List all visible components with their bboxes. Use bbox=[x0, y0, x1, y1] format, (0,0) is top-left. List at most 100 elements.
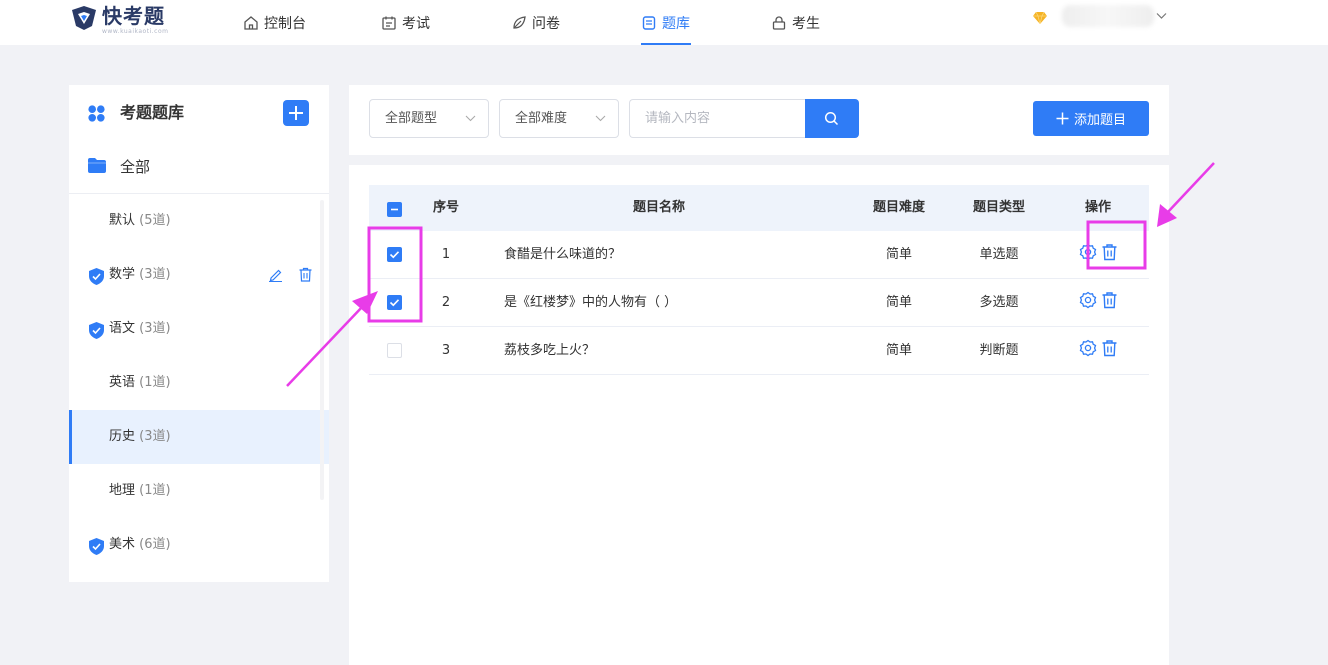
question-type-select[interactable]: 全部题型 bbox=[369, 99, 489, 138]
category-count: (1道) bbox=[139, 483, 171, 498]
nav-item-label: 问卷 bbox=[532, 15, 560, 32]
row-type: 单选题 bbox=[979, 247, 1019, 262]
table-row: 3 荔枝多吃上火？ 简单 判断题 bbox=[369, 327, 1149, 375]
category-item-geography[interactable]: 地理 (1道) bbox=[69, 464, 329, 518]
chevron-down-icon bbox=[595, 115, 606, 122]
calendar-icon bbox=[382, 16, 396, 30]
category-panel-title: 考题题库 bbox=[120, 103, 185, 122]
search-input[interactable]: 请输入内容 bbox=[629, 99, 805, 138]
leaf-icon bbox=[513, 15, 526, 29]
select-all-checkbox[interactable] bbox=[387, 202, 402, 217]
row-index: 3 bbox=[441, 343, 451, 358]
settings-icon[interactable] bbox=[1079, 243, 1097, 261]
logo-subtitle: www.kuaikaoti.com bbox=[102, 28, 169, 35]
category-panel: 考题题库 全部 默认 (5道) 数学 (3道) 语文 (3道) 英语 (1道) … bbox=[69, 85, 329, 582]
nav-item-label: 考生 bbox=[792, 15, 820, 32]
table-header: 序号 题目名称 题目难度 题目类型 操作 bbox=[369, 185, 1149, 231]
row-checkbox[interactable] bbox=[387, 343, 402, 358]
chevron-down-icon[interactable] bbox=[1156, 12, 1167, 20]
document-icon bbox=[642, 15, 656, 30]
nav-item-label: 考试 bbox=[402, 15, 430, 32]
category-name: 美术 bbox=[109, 537, 136, 552]
search-button[interactable] bbox=[805, 99, 859, 138]
user-account[interactable] bbox=[1062, 5, 1154, 27]
difficulty-value: 全部难度 bbox=[515, 111, 568, 126]
row-difficulty: 简单 bbox=[885, 247, 912, 262]
category-count: (1道) bbox=[139, 375, 171, 390]
category-name: 历史 bbox=[109, 429, 136, 444]
table-row: 2 是《红楼梦》中的人物有（ ） 简单 多选题 bbox=[369, 279, 1149, 327]
header-index: 序号 bbox=[432, 200, 459, 215]
search-icon bbox=[824, 111, 839, 126]
row-index: 1 bbox=[441, 247, 451, 262]
category-count: (5道) bbox=[139, 213, 171, 228]
question-table-panel: 序号 题目名称 题目难度 题目类型 操作 1 食醋是什么味道的？ 简单 单选题 … bbox=[349, 165, 1169, 665]
add-category-button[interactable] bbox=[283, 100, 309, 126]
category-item-art[interactable]: 美术 (6道) bbox=[69, 518, 329, 572]
nav-item-examinee[interactable]: 考生 bbox=[771, 0, 820, 45]
active-tab-underline bbox=[641, 43, 691, 45]
logo-title: 快考题 bbox=[102, 4, 165, 28]
row-difficulty: 简单 bbox=[885, 343, 912, 358]
check-icon bbox=[389, 251, 400, 259]
check-icon bbox=[389, 299, 400, 307]
header-actions: 操作 bbox=[1084, 200, 1111, 215]
category-name: 英语 bbox=[109, 375, 136, 390]
header-difficulty: 题目难度 bbox=[872, 200, 925, 215]
question-type-value: 全部题型 bbox=[385, 111, 438, 126]
trash-icon[interactable] bbox=[298, 267, 313, 282]
row-difficulty: 简单 bbox=[885, 295, 912, 310]
difficulty-select[interactable]: 全部难度 bbox=[499, 99, 619, 138]
add-question-button[interactable]: 添加题目 bbox=[1033, 101, 1149, 136]
category-count: (3道) bbox=[139, 267, 171, 282]
row-question-name: 荔枝多吃上火？ bbox=[504, 343, 596, 358]
category-all-label: 全部 bbox=[120, 158, 151, 176]
category-item-english[interactable]: 英语 (1道) bbox=[69, 356, 329, 410]
row-checkbox[interactable] bbox=[387, 247, 402, 262]
category-name: 语文 bbox=[109, 321, 136, 336]
top-nav-bar: 快考题 www.kuaikaoti.com 控制台 考试 问卷 题库 考生 bbox=[0, 0, 1328, 45]
home-icon bbox=[244, 15, 258, 30]
row-question-name: 是《红楼梦》中的人物有（ ） bbox=[504, 295, 678, 310]
folder-icon bbox=[88, 158, 106, 173]
shield-check-icon bbox=[89, 322, 104, 339]
logo[interactable]: 快考题 www.kuaikaoti.com bbox=[70, 4, 168, 35]
category-all[interactable]: 全部 bbox=[69, 140, 329, 194]
category-item-chinese[interactable]: 语文 (3道) bbox=[69, 302, 329, 356]
filter-bar: 全部题型 全部难度 请输入内容 添加题目 bbox=[349, 85, 1169, 155]
trash-icon[interactable] bbox=[1101, 243, 1118, 261]
nav-item-dashboard[interactable]: 控制台 bbox=[243, 0, 306, 45]
row-index: 2 bbox=[441, 295, 451, 310]
category-name: 默认 bbox=[109, 213, 136, 228]
lock-icon bbox=[772, 15, 786, 30]
nav-item-exam[interactable]: 考试 bbox=[381, 0, 430, 45]
nav-item-label: 控制台 bbox=[264, 15, 306, 32]
category-item-history[interactable]: 历史 (3道) bbox=[69, 410, 329, 464]
minus-icon bbox=[391, 208, 398, 211]
plus-icon bbox=[289, 106, 303, 120]
row-question-name: 食醋是什么味道的？ bbox=[504, 247, 622, 262]
row-checkbox[interactable] bbox=[387, 295, 402, 310]
category-count: (6道) bbox=[139, 537, 171, 552]
edit-icon[interactable] bbox=[268, 267, 283, 282]
header-type: 题目类型 bbox=[972, 200, 1025, 215]
category-item-default[interactable]: 默认 (5道) bbox=[69, 194, 329, 248]
settings-icon[interactable] bbox=[1079, 291, 1097, 309]
category-name: 数学 bbox=[109, 267, 136, 282]
trash-icon[interactable] bbox=[1101, 291, 1118, 309]
category-count: (3道) bbox=[139, 321, 171, 336]
trash-icon[interactable] bbox=[1101, 339, 1118, 357]
nav-item-survey[interactable]: 问卷 bbox=[511, 0, 560, 45]
nav-item-question-bank[interactable]: 题库 bbox=[641, 0, 691, 45]
category-item-math[interactable]: 数学 (3道) bbox=[69, 248, 329, 302]
diamond-icon bbox=[1033, 12, 1047, 24]
category-scrollbar[interactable] bbox=[320, 200, 324, 500]
header-name: 题目名称 bbox=[632, 200, 685, 215]
table-row: 1 食醋是什么味道的？ 简单 单选题 bbox=[369, 231, 1149, 279]
row-type: 多选题 bbox=[979, 295, 1019, 310]
active-indicator bbox=[69, 410, 72, 464]
settings-icon[interactable] bbox=[1079, 339, 1097, 357]
chevron-down-icon bbox=[465, 115, 476, 122]
category-count: (3道) bbox=[139, 429, 171, 444]
category-name: 地理 bbox=[109, 483, 136, 498]
